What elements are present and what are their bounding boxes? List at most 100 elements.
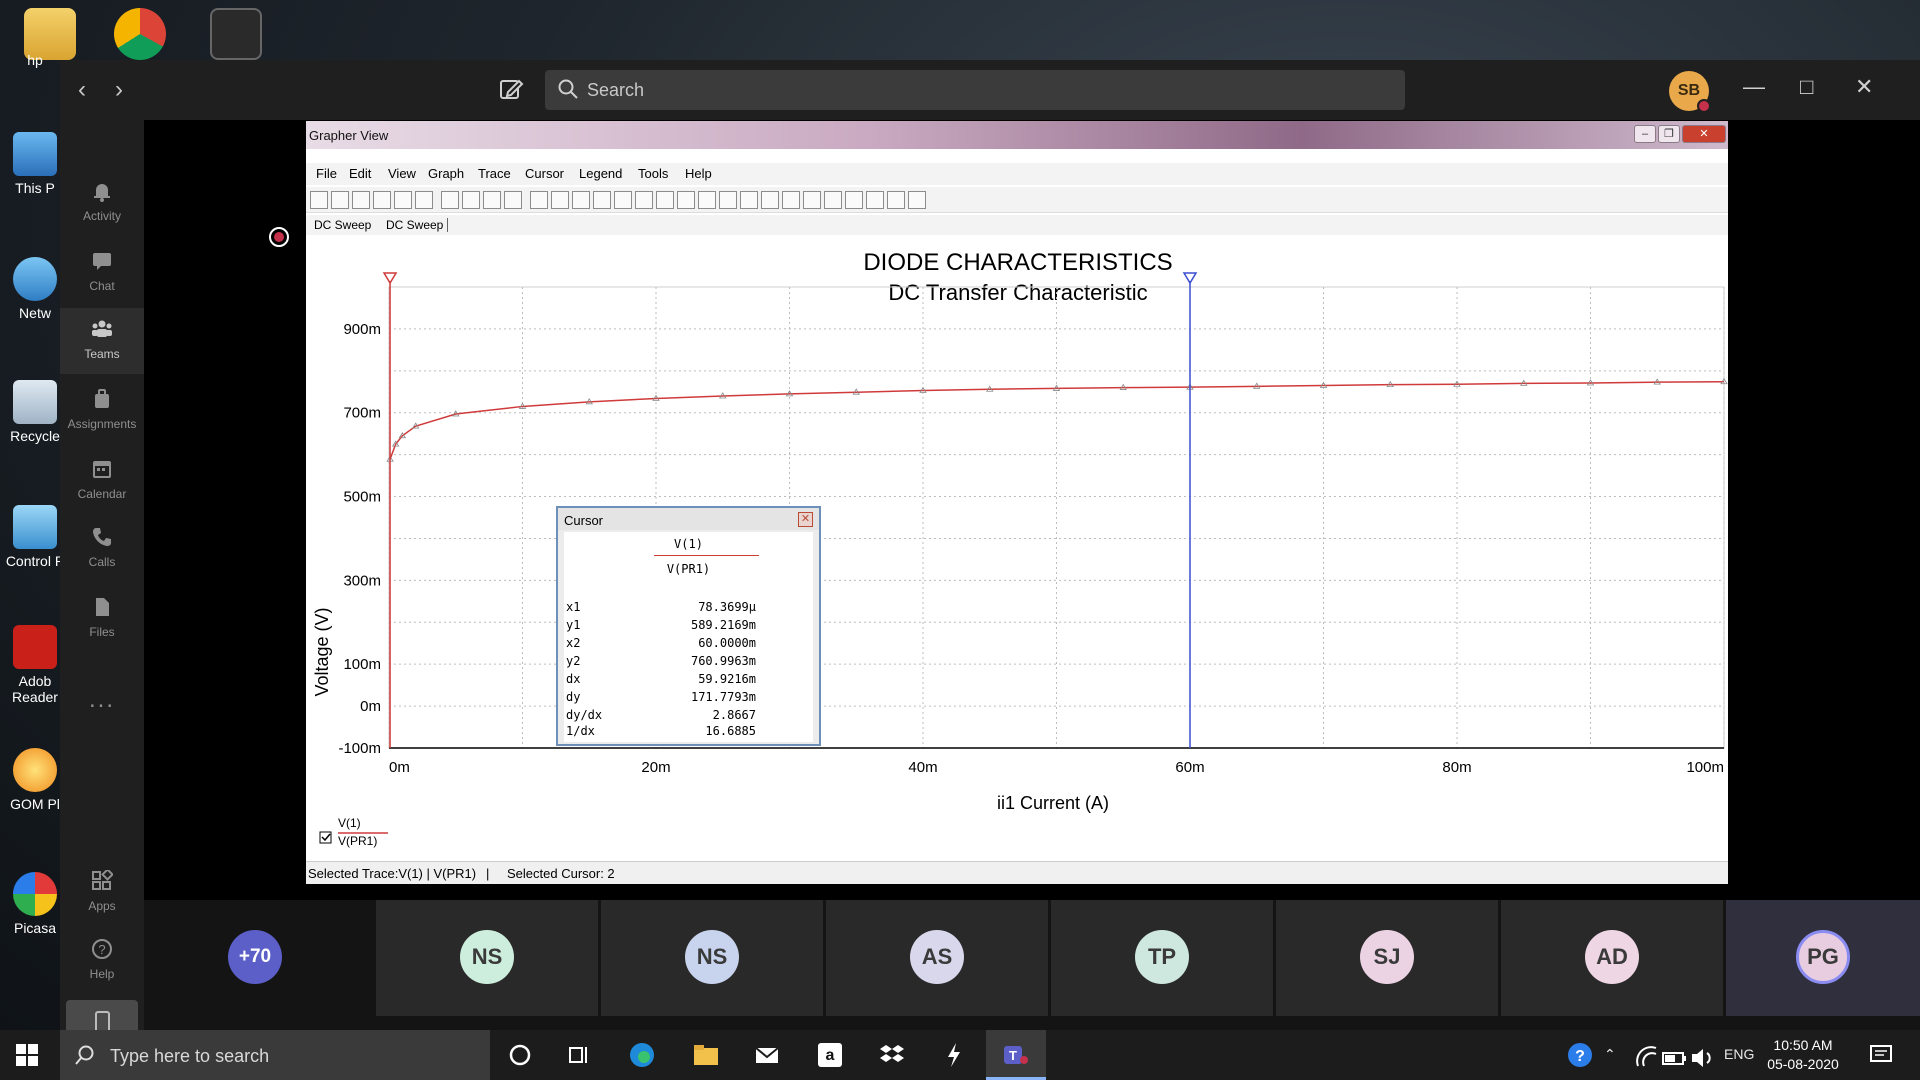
toolbar-button[interactable]	[719, 191, 737, 209]
toolbar-button[interactable]	[845, 191, 863, 209]
menu-item-tools[interactable]: Tools	[638, 166, 668, 181]
rail-item-files[interactable]: Files	[60, 586, 144, 652]
picasa-icon	[13, 872, 57, 916]
wifi-icon[interactable]	[1634, 1044, 1662, 1072]
menu-item-help[interactable]: Help	[685, 166, 712, 181]
participant-tile[interactable]: AD	[1501, 900, 1723, 1016]
menu-item-graph[interactable]: Graph	[428, 166, 464, 181]
volume-icon[interactable]	[1688, 1044, 1716, 1072]
toolbar-button[interactable]	[331, 191, 349, 209]
app-bolt-icon[interactable]	[940, 1041, 968, 1069]
compose-icon[interactable]	[498, 76, 524, 102]
toolbar-button[interactable]	[310, 191, 328, 209]
search-input[interactable]: Search	[545, 70, 1405, 110]
toolbar-button[interactable]	[394, 191, 412, 209]
grapher-window: Grapher View – ❐ ✕ File Edit View Graph …	[306, 121, 1728, 884]
more-apps-button[interactable]: ...	[60, 686, 144, 714]
participant-tile[interactable]: PG	[1726, 900, 1920, 1016]
rail-item-calendar[interactable]: Calendar	[60, 448, 144, 514]
toolbar-button[interactable]	[656, 191, 674, 209]
close-icon[interactable]: ✕	[1855, 74, 1873, 100]
taskbar-clock[interactable]: 10:50 AM 05-08-2020	[1748, 1036, 1858, 1074]
notifications-icon[interactable]	[1867, 1041, 1895, 1069]
participant-tile[interactable]: AS	[826, 900, 1048, 1016]
edge-icon[interactable]	[628, 1041, 656, 1069]
toolbar-button[interactable]	[415, 191, 433, 209]
chart-plot[interactable]: DIODE CHARACTERISTICS DC Transfer Charac…	[306, 235, 1728, 861]
menu-item-cursor[interactable]: Cursor	[525, 166, 564, 181]
rail-item-help[interactable]: ? Help	[60, 928, 144, 994]
rail-item-teams[interactable]: Teams	[60, 308, 144, 374]
cursor-panel[interactable]: Cursor ✕ V(1) V(PR1) x1 78.3699μ y1 589.21…	[556, 506, 821, 746]
toolbar-button[interactable]	[908, 191, 926, 209]
participant-tile[interactable]: SJ	[1276, 900, 1498, 1016]
toolbar-button[interactable]	[824, 191, 842, 209]
app-icon[interactable]	[210, 8, 262, 60]
cursor-row: dy/dx 2.8667	[566, 708, 756, 722]
rail-item-calls[interactable]: Calls	[60, 516, 144, 582]
toolbar-button[interactable]	[572, 191, 590, 209]
chart-subtitle: DC Transfer Characteristic	[888, 280, 1147, 305]
forward-arrow-icon[interactable]: ›	[115, 76, 123, 104]
toolbar-button[interactable]	[761, 191, 779, 209]
toolbar-button[interactable]	[462, 191, 480, 209]
toolbar-button[interactable]	[551, 191, 569, 209]
menu-item-view[interactable]: View	[388, 166, 416, 181]
toolbar-button[interactable]	[352, 191, 370, 209]
toolbar-button[interactable]	[782, 191, 800, 209]
rail-item-activity[interactable]: Activity	[60, 170, 144, 236]
task-view-icon[interactable]	[565, 1041, 593, 1069]
menu-item-file[interactable]: File	[316, 166, 337, 181]
amazon-icon[interactable]: a	[816, 1041, 844, 1069]
toolbar-button[interactable]	[441, 191, 459, 209]
toolbar-button[interactable]	[866, 191, 884, 209]
taskbar-search[interactable]: Type here to search	[60, 1030, 490, 1080]
toolbar-button[interactable]	[373, 191, 391, 209]
menu-item-legend[interactable]: Legend	[579, 166, 622, 181]
participant-tile[interactable]: NS	[601, 900, 823, 1016]
back-arrow-icon[interactable]: ‹	[78, 76, 86, 104]
help-icon[interactable]: ?	[1566, 1041, 1594, 1069]
participant-tile[interactable]: NS	[376, 900, 598, 1016]
tab-dc-sweep-2[interactable]: DC Sweep	[386, 218, 449, 232]
close-icon[interactable]: ✕	[798, 512, 813, 527]
participant-tile[interactable]: +70	[144, 900, 366, 1016]
menu-item-edit[interactable]: Edit	[349, 166, 371, 181]
windows-start-icon[interactable]	[16, 1044, 38, 1066]
chrome-icon[interactable]	[114, 8, 166, 60]
toolbar-button[interactable]	[593, 191, 611, 209]
file-explorer-icon[interactable]	[692, 1041, 720, 1069]
maximize-icon[interactable]: □	[1800, 74, 1813, 100]
participant-tile[interactable]: TP	[1051, 900, 1273, 1016]
rail-item-chat[interactable]: Chat	[60, 240, 144, 306]
battery-icon[interactable]	[1660, 1044, 1688, 1072]
rail-item-apps[interactable]: Apps	[60, 860, 144, 926]
user-avatar[interactable]: SB	[1669, 71, 1711, 113]
toolbar-button[interactable]	[698, 191, 716, 209]
toolbar-button[interactable]	[635, 191, 653, 209]
menu-item-trace[interactable]: Trace	[478, 166, 511, 181]
restore-icon[interactable]: ❐	[1658, 125, 1680, 143]
recycle-bin-icon	[13, 380, 57, 424]
cortana-icon[interactable]	[506, 1041, 534, 1069]
chevron-up-icon[interactable]: ⌃	[1604, 1046, 1616, 1063]
minimize-icon[interactable]: —	[1743, 74, 1765, 100]
toolbar-button[interactable]	[740, 191, 758, 209]
x-axis-label: ii1 Current (A)	[997, 793, 1109, 813]
minimize-icon[interactable]: –	[1634, 125, 1656, 143]
teams-taskbar-button[interactable]: T	[986, 1030, 1046, 1080]
toolbar-button[interactable]	[530, 191, 548, 209]
toolbar-button[interactable]	[483, 191, 501, 209]
dropbox-icon[interactable]	[878, 1041, 906, 1069]
toolbar-button[interactable]	[504, 191, 522, 209]
toolbar-button[interactable]	[614, 191, 632, 209]
close-icon[interactable]: ✕	[1682, 125, 1726, 143]
toolbar-button[interactable]	[803, 191, 821, 209]
toolbar-button[interactable]	[677, 191, 695, 209]
mail-icon[interactable]	[753, 1041, 781, 1069]
rail-item-assignments[interactable]: Assignments	[60, 378, 144, 444]
tab-dc-sweep-1[interactable]: DC Sweep	[314, 218, 371, 232]
files-icon	[96, 598, 109, 616]
cursor-panel-title: Cursor	[564, 513, 604, 528]
toolbar-button[interactable]	[887, 191, 905, 209]
